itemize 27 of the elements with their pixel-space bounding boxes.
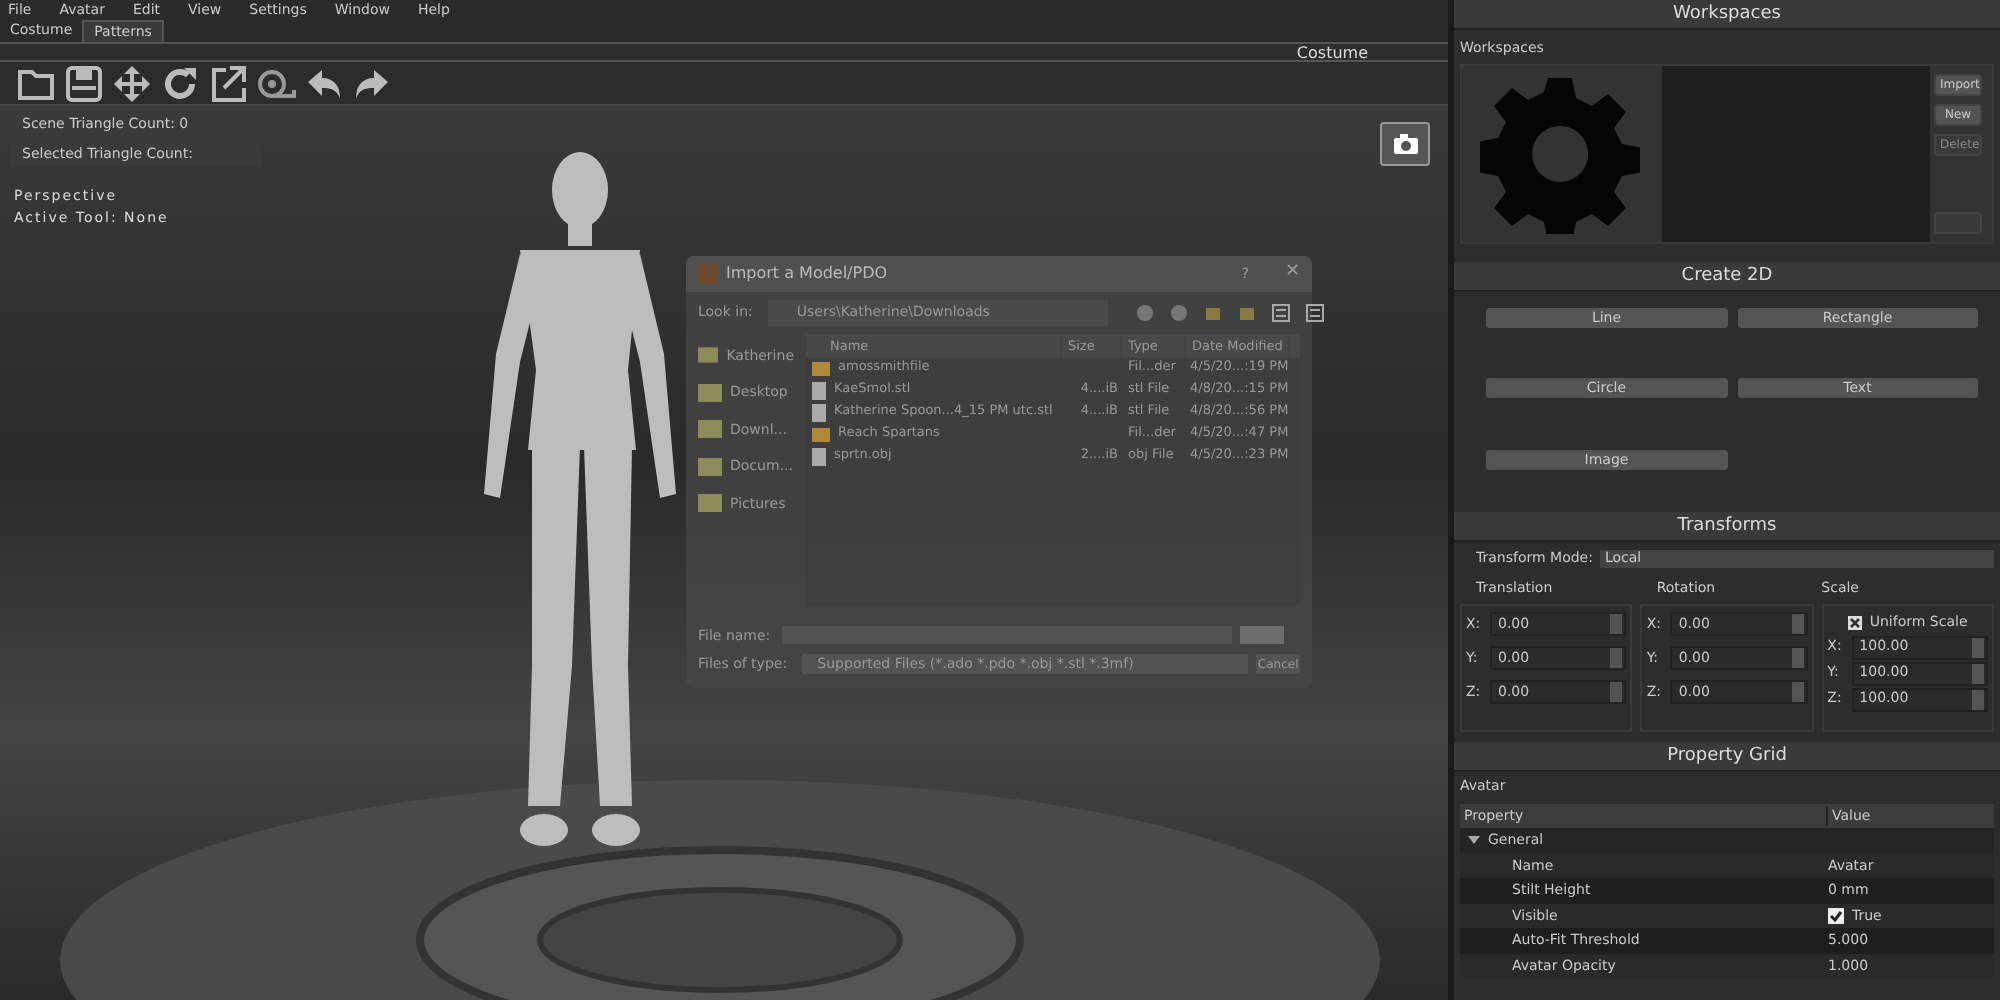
panel-title: Property Grid	[1454, 742, 2000, 772]
folder-icon	[698, 494, 722, 513]
viewport-scene[interactable]	[0, 106, 1448, 1000]
panel-title: Workspaces	[1454, 0, 2000, 30]
rotate-icon[interactable]	[160, 63, 200, 103]
folder-icon	[698, 420, 722, 439]
camera-icon	[1391, 132, 1419, 156]
uniform-scale-checkbox[interactable]	[1847, 615, 1862, 630]
folder-icon	[812, 427, 830, 441]
camera-button[interactable]	[1380, 122, 1430, 166]
panel-title: Costume	[0, 44, 1448, 62]
file-icon	[812, 447, 826, 465]
folder-icon	[812, 361, 830, 375]
move-icon[interactable]	[112, 63, 152, 103]
save-icon[interactable]	[64, 63, 104, 103]
dialog-title: Import a Model/PDO	[726, 262, 890, 286]
app-icon	[698, 264, 718, 284]
panel-title: Transforms	[1454, 512, 2000, 542]
checkbox[interactable]	[1828, 907, 1844, 924]
gear-icon	[1480, 73, 1640, 233]
panel-title: Create 2D	[1454, 262, 2000, 292]
export-icon[interactable]	[208, 63, 248, 103]
expand-arrow-icon[interactable]	[1468, 834, 1480, 847]
close-button[interactable]: ✕	[1284, 260, 1300, 288]
folder-icon	[698, 383, 722, 402]
folder-icon	[698, 457, 722, 476]
folder-icon	[698, 346, 719, 365]
